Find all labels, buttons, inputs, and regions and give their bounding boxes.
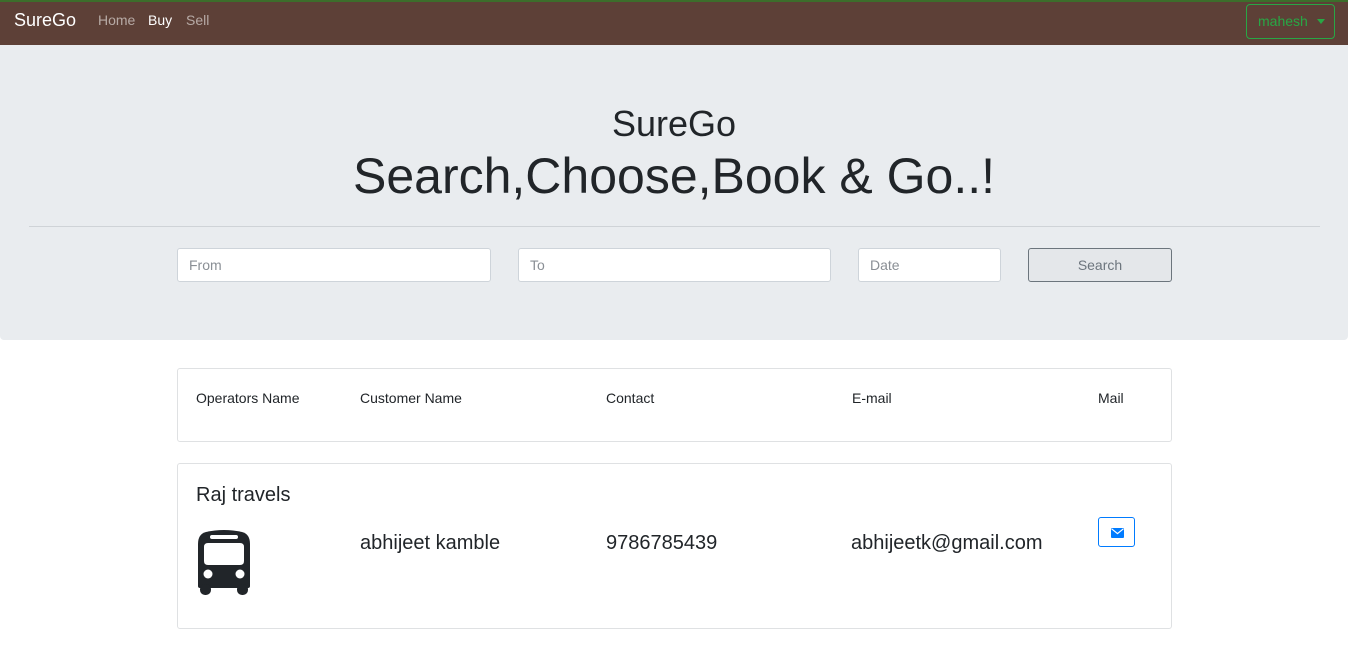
nav-link-buy[interactable]: Buy bbox=[148, 12, 172, 28]
search-button[interactable]: Search bbox=[1028, 248, 1172, 282]
email-address: abhijeetk@gmail.com bbox=[851, 532, 1043, 554]
caret-down-icon bbox=[1317, 19, 1325, 24]
nav-link-sell[interactable]: Sell bbox=[186, 12, 209, 28]
hero-divider bbox=[29, 226, 1320, 227]
header-email: E-mail bbox=[852, 390, 892, 406]
hero-tagline: Search,Choose,Book & Go..! bbox=[352, 148, 996, 204]
hero-title: SureGo bbox=[611, 103, 737, 144]
table-header-card: Operators Name Customer Name Contact E-m… bbox=[177, 368, 1172, 442]
bus-icon bbox=[198, 530, 250, 595]
table-row: Raj travels abhijeet kamble 9786785439 a… bbox=[177, 463, 1172, 629]
header-customer-name: Customer Name bbox=[360, 390, 462, 406]
header-operators-name: Operators Name bbox=[196, 390, 300, 406]
to-input[interactable] bbox=[518, 248, 831, 282]
contact-number: 9786785439 bbox=[606, 532, 718, 554]
mail-button[interactable] bbox=[1098, 517, 1135, 547]
envelope-icon bbox=[1111, 528, 1124, 538]
header-mail: Mail bbox=[1098, 390, 1124, 406]
header-contact: Contact bbox=[606, 390, 655, 406]
date-input[interactable] bbox=[858, 248, 1001, 282]
customer-name: abhijeet kamble bbox=[360, 532, 501, 554]
from-input[interactable] bbox=[177, 248, 491, 282]
operator-name: Raj travels bbox=[196, 484, 291, 506]
nav-link-home[interactable]: Home bbox=[98, 12, 135, 28]
user-dropdown-button[interactable]: mahesh bbox=[1246, 4, 1335, 39]
hero-section: SureGo Search,Choose,Book & Go..! Search bbox=[0, 45, 1348, 340]
brand-logo[interactable]: SureGo bbox=[14, 10, 76, 31]
user-name: mahesh bbox=[1258, 13, 1308, 29]
navbar: SureGo Home Buy Sell mahesh bbox=[0, 0, 1348, 45]
